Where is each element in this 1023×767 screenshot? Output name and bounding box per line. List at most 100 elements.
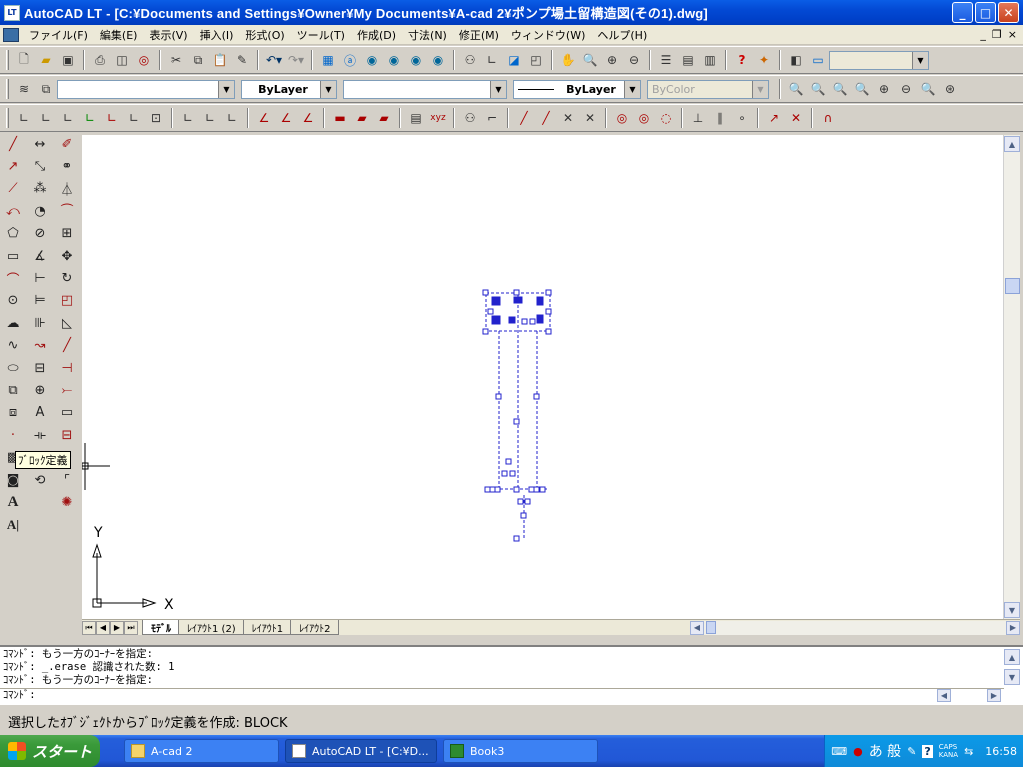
ucs-3point-icon[interactable]: ∟: [221, 107, 243, 129]
make-block-icon[interactable]: ⧈: [2, 402, 24, 424]
layer-manager-icon[interactable]: ≋: [13, 78, 35, 100]
ucs-rotate-x-icon[interactable]: ∠: [253, 107, 275, 129]
break-at-point-icon[interactable]: ⊟: [56, 424, 78, 446]
drawing-canvas[interactable]: Y X: [82, 135, 1003, 619]
snap-endpoint-icon[interactable]: ╱: [513, 107, 535, 129]
layer-dropdown[interactable]: ▼: [57, 79, 235, 99]
dimension-text-edit-icon[interactable]: ⟛: [29, 424, 51, 446]
menu-help[interactable]: ヘルプ(H): [591, 27, 653, 43]
insert-block-icon[interactable]: ⧉: [2, 379, 24, 401]
task-a-cad-2[interactable]: A-cad 2: [124, 739, 279, 763]
snap-node-icon[interactable]: ∘: [731, 107, 753, 129]
autodesk-point-a-icon[interactable]: ⓐ: [339, 49, 361, 71]
linetype-dropdown[interactable]: ▼: [343, 79, 507, 99]
snap-tangent-icon[interactable]: ◌: [655, 107, 677, 129]
tab-model[interactable]: ﾓﾃﾞﾙ: [142, 620, 180, 635]
snap-icon[interactable]: ⚇: [459, 49, 481, 71]
ucs-view-icon[interactable]: ∟: [123, 107, 145, 129]
chevron-down-icon[interactable]: ▼: [218, 80, 234, 98]
extend-icon[interactable]: ⤚: [56, 379, 78, 401]
point-icon[interactable]: ·: [2, 424, 24, 446]
draw-order-icon[interactable]: ◪: [503, 49, 525, 71]
clock[interactable]: 16:58: [985, 745, 1017, 758]
zoom-window-icon[interactable]: ⊕: [601, 49, 623, 71]
dimension-edit-icon[interactable]: A: [29, 402, 51, 424]
paste-icon[interactable]: 📋: [209, 49, 231, 71]
rectangle-icon[interactable]: ▭: [2, 245, 24, 267]
menu-view[interactable]: 表示(V): [143, 27, 193, 43]
scroll-left-icon[interactable]: ◀: [690, 620, 704, 635]
arc-icon[interactable]: ⌒: [2, 267, 24, 289]
region-icon[interactable]: ◙: [2, 469, 24, 491]
center-mark-icon[interactable]: ⊕: [29, 379, 51, 401]
new-icon[interactable]: 🗋: [13, 49, 35, 71]
ucs-icon[interactable]: ∟: [481, 49, 503, 71]
snap-intersection-icon[interactable]: ✕: [557, 107, 579, 129]
viewport-icon[interactable]: ▭: [807, 49, 829, 71]
erase-icon[interactable]: ✐: [56, 133, 78, 155]
scroll-up-icon[interactable]: ▲: [1004, 136, 1020, 152]
zoom-in-icon[interactable]: ⊕: [873, 78, 895, 100]
pan-icon[interactable]: ✋: [557, 49, 579, 71]
mirror-icon[interactable]: ⏃: [56, 178, 78, 200]
drawing-svg[interactable]: Y X: [82, 135, 1003, 619]
object-snap-settings-icon[interactable]: ∩: [817, 107, 839, 129]
menu-window[interactable]: ウィンドウ(W): [505, 27, 591, 43]
doc-minimize-button[interactable]: _: [980, 28, 986, 41]
menu-insert[interactable]: 挿入(I): [194, 27, 240, 43]
minimize-button[interactable]: _: [952, 2, 973, 23]
menu-format[interactable]: 形式(O): [239, 27, 290, 43]
break-icon[interactable]: ▭: [56, 402, 78, 424]
express-icon[interactable]: ✦: [753, 49, 775, 71]
find-icon[interactable]: ◎: [133, 49, 155, 71]
selection-grips[interactable]: [482, 289, 552, 542]
text-icon[interactable]: A|: [2, 514, 24, 536]
open-icon[interactable]: ▰: [35, 49, 57, 71]
network-icon[interactable]: ⇆: [964, 745, 973, 758]
command-input[interactable]: ｺﾏﾝﾄﾞ:: [0, 688, 1004, 702]
zoom-out-icon[interactable]: ⊖: [895, 78, 917, 100]
tools-icon[interactable]: ✎: [907, 745, 916, 758]
ordinate-dimension-icon[interactable]: ⁂: [29, 178, 51, 200]
menu-modify[interactable]: 修正(M): [453, 27, 505, 43]
snap-nearest-icon[interactable]: ↗: [763, 107, 785, 129]
continue-dimension-icon[interactable]: ⊪: [29, 312, 51, 334]
redo-icon[interactable]: ↷▾: [285, 49, 307, 71]
ucs-rotate-y-icon[interactable]: ∠: [275, 107, 297, 129]
angular-dimension-icon[interactable]: ∡: [29, 245, 51, 267]
ucs-rotate-z-icon[interactable]: ∠: [297, 107, 319, 129]
print-preview-icon[interactable]: ◫: [111, 49, 133, 71]
polyline-icon[interactable]: ⟋: [2, 178, 24, 200]
baseline-dimension-icon[interactable]: ⊨: [29, 290, 51, 312]
document-icon[interactable]: [3, 27, 19, 42]
mtext-icon[interactable]: A: [2, 491, 24, 513]
autocad-app-icon[interactable]: LT: [4, 4, 20, 21]
web-icon-2[interactable]: ◉: [383, 49, 405, 71]
rotate-icon[interactable]: ↻: [56, 267, 78, 289]
ucs-previous-icon[interactable]: ∟: [35, 107, 57, 129]
explode-icon[interactable]: ✺: [56, 491, 78, 513]
last-tab-icon[interactable]: ⏭: [124, 620, 138, 635]
keyboard-icon[interactable]: ⌨: [831, 745, 847, 758]
ucs-object-icon[interactable]: ∟: [79, 107, 101, 129]
trim-icon[interactable]: ⊣: [56, 357, 78, 379]
task-autocad[interactable]: AutoCAD LT - [C:¥D...: [285, 739, 437, 763]
web-icon-4[interactable]: ◉: [427, 49, 449, 71]
linear-dimension-icon[interactable]: ↔: [29, 133, 51, 155]
menu-tools[interactable]: ツール(T): [291, 27, 351, 43]
copy-object-icon[interactable]: ⚭: [56, 155, 78, 177]
horizontal-scrollbar[interactable]: ◀ ▶: [690, 620, 1020, 635]
snap-perpendicular-icon[interactable]: ⊥: [687, 107, 709, 129]
snap-temp-track-icon[interactable]: ⚇: [459, 107, 481, 129]
stretch-icon[interactable]: ◺: [56, 312, 78, 334]
ucs-x-icon[interactable]: ∟: [177, 107, 199, 129]
zoom-realtime-icon[interactable]: 🔍: [579, 49, 601, 71]
menu-edit[interactable]: 編集(E): [94, 27, 144, 43]
cmd-scroll-right-icon[interactable]: ▶: [987, 689, 1001, 702]
web-icon-3[interactable]: ◉: [405, 49, 427, 71]
cmd-scroll-down-icon[interactable]: ▼: [1004, 669, 1020, 685]
help-icon[interactable]: ?: [922, 744, 933, 758]
dimension-style-icon[interactable]: ⟲: [29, 469, 51, 491]
vertical-scrollbar[interactable]: ▲ ▼: [1003, 135, 1020, 619]
quick-dimension-icon[interactable]: ⊢: [29, 267, 51, 289]
